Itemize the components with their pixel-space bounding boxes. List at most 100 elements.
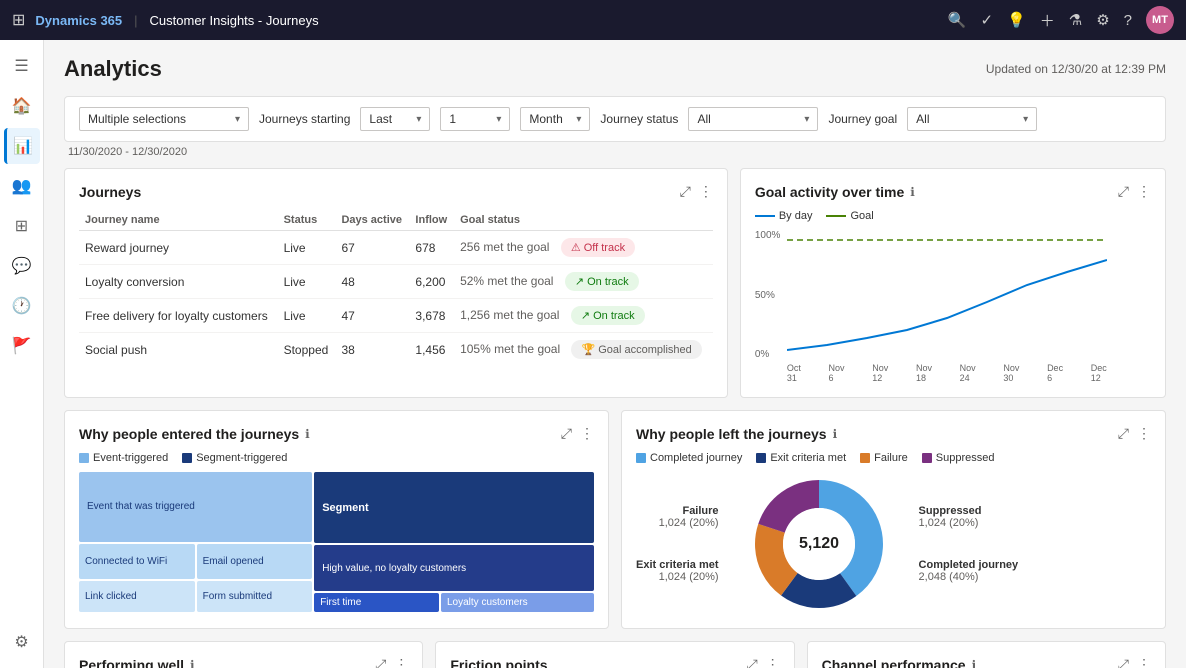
treemap-cell-form: Form submitted: [197, 581, 313, 612]
settings-icon[interactable]: ⚙: [1096, 11, 1109, 29]
journey-inflow: 1,456: [409, 333, 454, 367]
journeys-panel-actions: ⤢ ⋮: [680, 183, 713, 200]
more-icon[interactable]: ⋮: [580, 425, 594, 442]
why-left-panel: Why people left the journeys ℹ ⤢ ⋮ Compl…: [621, 410, 1166, 629]
search-icon[interactable]: 🔍: [948, 11, 967, 29]
status-badge: 🏆 Goal accomplished: [571, 340, 701, 359]
info-icon[interactable]: ℹ: [833, 427, 838, 441]
why-entered-title: Why people entered the journeys: [79, 426, 299, 442]
sidebar-item-home[interactable]: 🏠: [4, 88, 40, 124]
treemap-right: Segment High value, no loyalty customers…: [314, 472, 594, 612]
journeys-panel-header: Journeys ⤢ ⋮: [79, 183, 713, 200]
expand-icon[interactable]: ⤢: [1118, 656, 1129, 668]
more-icon[interactable]: ⋮: [1137, 425, 1151, 442]
col-goal-status: Goal status: [454, 210, 713, 231]
sidebar-item-clock[interactable]: 🕐: [4, 288, 40, 324]
table-row: Social push Stopped 38 1,456 105% met th…: [79, 333, 713, 367]
sidebar-item-flag[interactable]: 🚩: [4, 328, 40, 364]
table-row: Reward journey Live 67 678 256 met the g…: [79, 231, 713, 265]
checkmark-icon[interactable]: ✓: [980, 11, 993, 29]
journey-status: Live: [278, 299, 336, 333]
expand-icon[interactable]: ⤢: [561, 425, 572, 442]
info-icon[interactable]: ℹ: [305, 427, 310, 441]
expand-icon[interactable]: ⤢: [680, 183, 691, 200]
legend-green-line: [826, 215, 846, 217]
chevron-down-icon: ▾: [416, 114, 421, 125]
right-labels-right: Suppressed 1,024 (20%) Completed journey…: [909, 505, 1019, 583]
chart-legend: By day Goal: [755, 210, 1151, 222]
col-days-active: Days active: [335, 210, 409, 231]
sidebar-item-analytics[interactable]: 📊: [4, 128, 40, 164]
sidebar-item-people[interactable]: 👥: [4, 168, 40, 204]
friction-points-panel: Friction points ⤢ ⋮: [435, 641, 794, 668]
friction-points-title: Friction points: [450, 657, 547, 668]
treemap-cell-highvalue: High value, no loyalty customers: [314, 545, 594, 590]
info-icon[interactable]: ℹ: [972, 658, 977, 668]
journeys-panel: Journeys ⤢ ⋮ Journey name Status Days ac…: [64, 168, 728, 398]
treemap-row3: Link clicked Form submitted: [79, 581, 312, 612]
more-icon[interactable]: ⋮: [766, 656, 780, 668]
journey-inflow: 678: [409, 231, 454, 265]
expand-icon[interactable]: ⤢: [746, 656, 757, 668]
last-dropdown[interactable]: Last ▾: [360, 107, 430, 131]
sidebar-item-settings[interactable]: ⚙: [4, 624, 40, 660]
info-icon[interactable]: ℹ: [910, 185, 915, 199]
sidebar-item-menu[interactable]: ☰: [4, 48, 40, 84]
journey-goal-status: 256 met the goal ⚠ Off track: [454, 231, 713, 265]
one-dropdown[interactable]: 1 ▾: [440, 107, 510, 131]
more-icon[interactable]: ⋮: [699, 183, 713, 200]
multiple-selections-dropdown[interactable]: Multiple selections ▾: [79, 107, 249, 131]
donut-section: Failure 1,024 (20%) Exit criteria met 1,…: [636, 474, 1151, 614]
journey-inflow: 6,200: [409, 265, 454, 299]
journey-name: Loyalty conversion: [79, 265, 278, 299]
journey-goal-dropdown[interactable]: All ▾: [907, 107, 1037, 131]
channel-performance-panel: Channel performance ℹ ⤢ ⋮: [807, 641, 1166, 668]
more-icon[interactable]: ⋮: [1137, 183, 1151, 200]
journeys-starting-label: Journeys starting: [259, 112, 350, 126]
sidebar: ☰ 🏠 📊 👥 ⊞ 💬 🕐 🚩 ⚙: [0, 40, 44, 668]
chevron-down-icon: ▾: [804, 114, 809, 125]
event-color: [79, 453, 89, 463]
why-entered-header: Why people entered the journeys ℹ ⤢ ⋮: [79, 425, 594, 442]
performing-well-actions: ⤢ ⋮: [375, 656, 408, 668]
brand-logo[interactable]: Dynamics 365: [35, 13, 122, 28]
more-icon[interactable]: ⋮: [394, 656, 408, 668]
treemap: Event that was triggered Connected to Wi…: [79, 472, 594, 612]
date-range-label: 11/30/2020 - 12/30/2020: [68, 146, 1166, 158]
lightbulb-icon[interactable]: 💡: [1007, 11, 1026, 29]
month-dropdown[interactable]: Month ▾: [520, 107, 590, 131]
table-row: Loyalty conversion Live 48 6,200 52% met…: [79, 265, 713, 299]
journey-days-active: 47: [335, 299, 409, 333]
expand-icon[interactable]: ⤢: [375, 656, 386, 668]
table-row: Free delivery for loyalty customers Live…: [79, 299, 713, 333]
journey-inflow: 3,678: [409, 299, 454, 333]
sidebar-item-grid[interactable]: ⊞: [4, 208, 40, 244]
more-icon[interactable]: ⋮: [1137, 656, 1151, 668]
page-title: Analytics: [64, 56, 162, 82]
journey-days-active: 38: [335, 333, 409, 367]
x-axis: Oct31 Nov6 Nov12 Nov18 Nov24 Nov30 Dec6 …: [787, 363, 1107, 383]
app-title: Customer Insights - Journeys: [150, 13, 319, 28]
journey-name: Free delivery for loyalty customers: [79, 299, 278, 333]
journey-status-dropdown[interactable]: All ▾: [688, 107, 818, 131]
info-icon[interactable]: ℹ: [190, 658, 195, 668]
page-header: Analytics Updated on 12/30/20 at 12:39 P…: [64, 56, 1166, 82]
left-legend: Completed journey Exit criteria met Fail…: [636, 452, 1151, 464]
chevron-down-icon: ▾: [496, 114, 501, 125]
brand-separator: |: [134, 13, 137, 28]
channel-performance-actions: ⤢ ⋮: [1118, 656, 1151, 668]
col-inflow: Inflow: [409, 210, 454, 231]
journey-status: Live: [278, 231, 336, 265]
journeys-table: Journey name Status Days active Inflow G…: [79, 210, 713, 366]
expand-icon[interactable]: ⤢: [1118, 183, 1129, 200]
col-journey-name: Journey name: [79, 210, 278, 231]
chevron-down-icon: ▾: [235, 114, 240, 125]
help-icon[interactable]: ?: [1124, 12, 1132, 29]
plus-icon[interactable]: ＋: [1040, 10, 1055, 31]
expand-icon[interactable]: ⤢: [1118, 425, 1129, 442]
filter-icon[interactable]: ⚗: [1069, 11, 1082, 29]
event-triggered-legend: Event-triggered: [79, 452, 168, 464]
sidebar-item-messages[interactable]: 💬: [4, 248, 40, 284]
grid-icon[interactable]: ⊞: [12, 10, 25, 30]
user-avatar[interactable]: MT: [1146, 6, 1174, 34]
